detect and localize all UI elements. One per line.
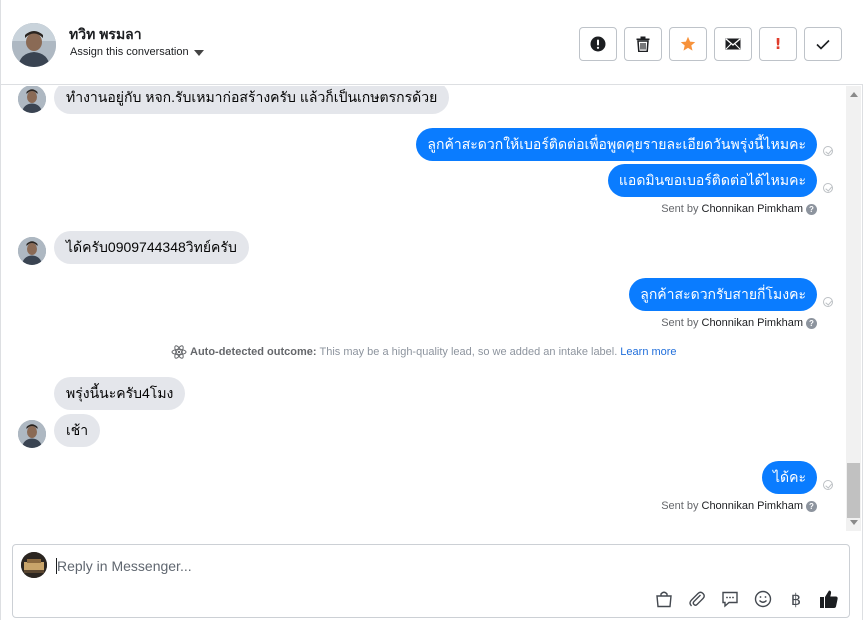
sent-by-name[interactable]: Chonnikan Pimkham [702, 203, 804, 215]
delivered-check-icon [823, 146, 833, 156]
star-button[interactable] [669, 27, 707, 61]
help-icon[interactable]: ? [806, 500, 817, 512]
checkmark-icon [816, 39, 830, 50]
scroll-down-icon[interactable] [850, 520, 858, 525]
paperclip-icon[interactable] [686, 588, 708, 610]
contact-avatar[interactable] [12, 23, 56, 67]
envelope-icon [725, 38, 741, 50]
learn-more-link[interactable]: Learn more [620, 346, 676, 358]
mark-unread-button[interactable] [714, 27, 752, 61]
delivered-check-icon [823, 480, 833, 490]
trash-icon [636, 36, 650, 52]
scroll-up-icon[interactable] [850, 92, 858, 97]
message-bubble-incoming[interactable]: ทำงานอยู่กับ หจก.รับเหมาก่อสร้างครับ แล้… [54, 86, 450, 114]
conversation-actions: ! [579, 27, 842, 61]
auto-detected-outcome-notice: Auto-detected outcome: This may be a hig… [171, 345, 677, 359]
emoji-icon[interactable] [752, 588, 774, 610]
sent-by-label: Sent by Chonnikan Pimkham ? [661, 317, 817, 329]
text-cursor [56, 558, 57, 574]
follow-up-button[interactable]: ! [759, 27, 797, 61]
contact-avatar-small [18, 420, 46, 448]
reply-composer: ฿ [12, 544, 850, 618]
sent-by-label: Sent by Chonnikan Pimkham ? [661, 203, 817, 215]
thumbs-up-icon[interactable] [818, 588, 840, 610]
message-bubble-incoming[interactable]: ได้ครับ0909744348วิทย์ครับ [54, 231, 249, 264]
assign-label: Assign this conversation [70, 46, 189, 58]
mark-spam-button[interactable] [579, 27, 617, 61]
assign-conversation-dropdown[interactable]: Assign this conversation [70, 46, 204, 58]
conversation-panel: ทวิท พรมลา Assign this conversation ! ทำ… [0, 0, 863, 620]
delivered-check-icon [823, 183, 833, 193]
outcome-label: Auto-detected outcome: [190, 346, 317, 358]
sent-by-prefix: Sent by [661, 203, 699, 215]
message-thread[interactable]: ทำงานอยู่กับ หจก.รับเหมาก่อสร้างครับ แล้… [1, 86, 846, 531]
saved-reply-icon[interactable] [719, 588, 741, 610]
delete-button[interactable] [624, 27, 662, 61]
message-bubble-incoming[interactable]: พรุ่งนี้นะครับ4โมง [54, 377, 186, 410]
help-icon[interactable]: ? [806, 317, 817, 329]
contact-avatar-small [18, 237, 46, 265]
outcome-text: This may be a high-quality lead, so we a… [319, 346, 618, 358]
page-avatar [21, 552, 47, 578]
help-icon[interactable]: ? [806, 203, 817, 215]
delivered-check-icon [823, 297, 833, 307]
alert-circle-icon [590, 36, 606, 52]
shopping-bag-icon[interactable] [653, 588, 675, 610]
message-bubble-outgoing[interactable]: ลูกค้าสะดวกรับสายกี่โมงคะ [629, 278, 817, 311]
exclamation-icon: ! [774, 35, 782, 53]
reply-input[interactable] [57, 555, 817, 577]
sent-by-prefix: Sent by [661, 500, 699, 512]
message-bubble-outgoing[interactable]: ได้คะ [761, 461, 817, 494]
atom-icon [171, 345, 187, 359]
message-scrollbar[interactable] [846, 86, 861, 531]
scroll-thumb[interactable] [847, 463, 860, 518]
composer-toolbar: ฿ [653, 588, 840, 610]
mark-done-button[interactable] [804, 27, 842, 61]
message-bubble-outgoing[interactable]: แอดมินขอเบอร์ติดต่อได้ไหมคะ [607, 164, 817, 197]
sent-by-name[interactable]: Chonnikan Pimkham [702, 500, 804, 512]
contact-avatar-small [18, 86, 46, 113]
sent-by-prefix: Sent by [661, 317, 699, 329]
message-bubble-outgoing[interactable]: ลูกค้าสะดวกให้เบอร์ติดต่อเพื่อพูดคุยรายล… [416, 128, 817, 161]
caret-down-icon [193, 49, 204, 56]
baht-icon[interactable]: ฿ [785, 588, 807, 610]
star-icon [680, 36, 696, 51]
sent-by-name[interactable]: Chonnikan Pimkham [702, 317, 804, 329]
contact-name: ทวิท พรมลา [69, 26, 142, 42]
sent-by-label: Sent by Chonnikan Pimkham ? [661, 500, 817, 512]
message-bubble-incoming[interactable]: เช้า [54, 414, 101, 447]
conversation-header: ทวิท พรมลา Assign this conversation ! [1, 0, 863, 85]
